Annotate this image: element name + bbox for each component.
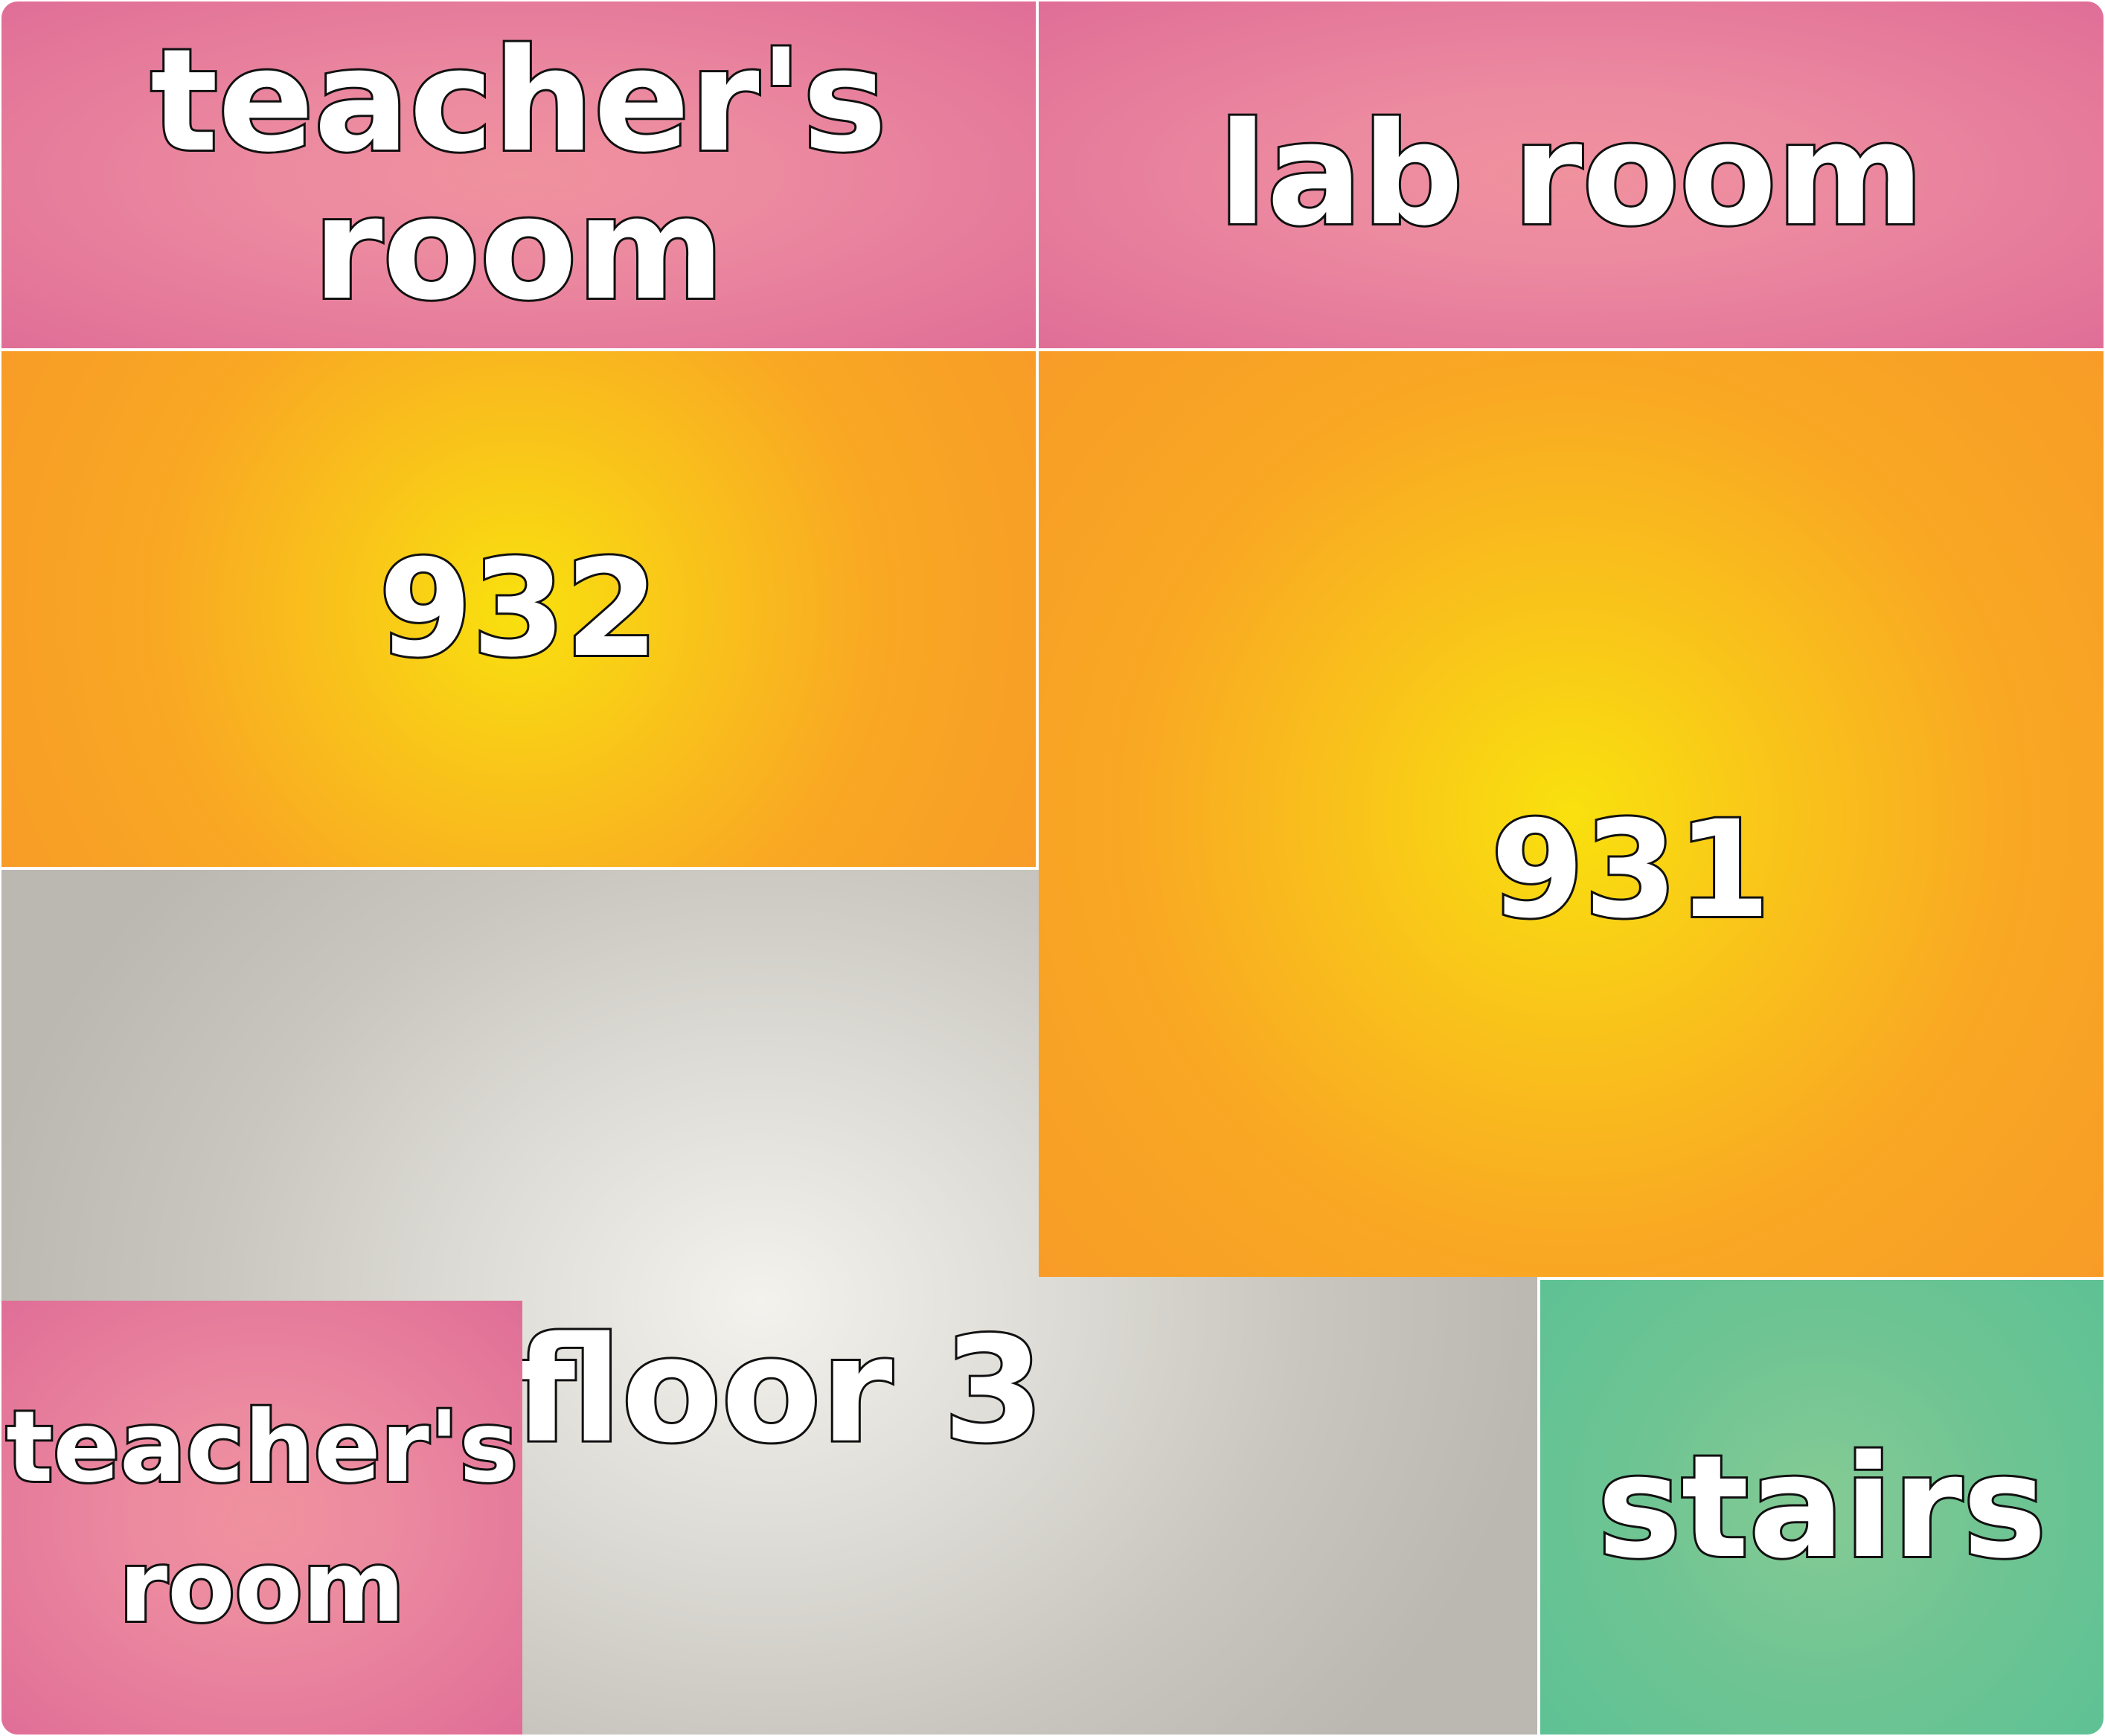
room-label: lab room (1216, 92, 1926, 257)
room-932[interactable]: 932 (1, 351, 1036, 867)
room-teachers-room-bottom[interactable]: teacher's room (1, 1301, 522, 1735)
floor-plan-map: floor 3 teacher's room lab room 932 931 … (1, 1, 2104, 1735)
room-label: teacher's room (4, 1388, 520, 1646)
room-931[interactable]: 931 (1039, 351, 2104, 1277)
room-label: 932 (377, 531, 661, 687)
room-label: stairs (1595, 1424, 2048, 1589)
room-label: teacher's room (148, 18, 889, 331)
room-stairs[interactable]: stairs (1540, 1280, 2104, 1735)
room-label: 931 (1489, 792, 1773, 948)
room-teachers-room-top[interactable]: teacher's room (1, 1, 1036, 348)
floor-label: floor 3 (512, 1305, 1046, 1475)
room-lab-room[interactable]: lab room (1039, 1, 2104, 348)
